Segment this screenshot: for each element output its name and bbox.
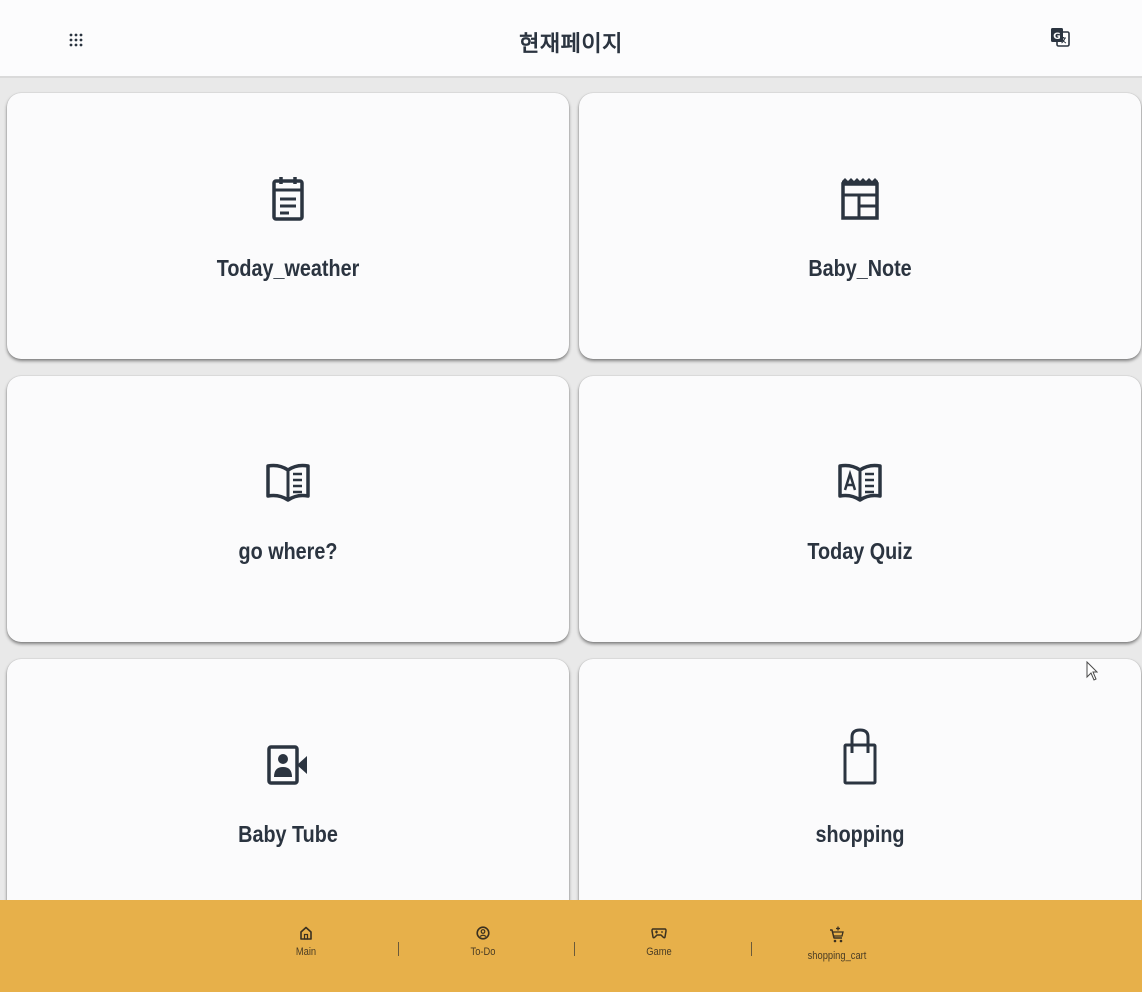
translate-button[interactable]: G	[1049, 26, 1071, 50]
gamepad-icon	[651, 928, 667, 939]
card-label: shopping	[815, 821, 905, 847]
card-today-quiz[interactable]: Today Quiz	[579, 376, 1141, 642]
card-today-weather[interactable]: Today_weather	[7, 93, 569, 359]
note-calendar-icon	[272, 177, 304, 221]
nav-divider	[398, 942, 399, 956]
quiz-book-icon	[838, 463, 882, 502]
card-label: Today_weather	[216, 255, 360, 281]
nav-item-game[interactable]: Game	[609, 926, 709, 958]
nav-divider	[751, 942, 752, 956]
nav-divider	[574, 942, 575, 956]
card-baby-tube[interactable]: Baby Tube	[7, 659, 569, 925]
nav-item-main[interactable]: Main	[256, 926, 356, 958]
nav-label: To-Do	[470, 946, 496, 958]
nav-label: Main	[295, 946, 317, 958]
video-contact-icon	[267, 745, 307, 785]
card-label: Baby_Note	[808, 255, 912, 281]
home-icon	[300, 926, 312, 940]
page-title: 현재페이지	[519, 32, 623, 57]
svg-text:G: G	[1053, 32, 1060, 42]
card-label: Today Quiz	[807, 538, 913, 564]
card-label: go where?	[238, 538, 338, 564]
open-book-icon	[266, 463, 310, 502]
card-label: Baby Tube	[238, 821, 338, 847]
card-baby-note[interactable]: Baby_Note	[579, 93, 1141, 359]
top-app-bar: 현재페이지 G	[0, 0, 1142, 78]
google-translate-icon: G	[1051, 28, 1070, 47]
nav-label: Game	[646, 946, 672, 958]
nav-label: shopping_cart	[807, 950, 867, 962]
card-shopping[interactable]: shopping	[579, 659, 1141, 925]
nav-item-shopping-cart[interactable]: shopping_cart	[787, 926, 887, 962]
add-cart-icon	[830, 926, 844, 943]
table-layout-icon	[841, 178, 879, 220]
bottom-navigation-bar: Main To-Do Game shopping_cart	[0, 900, 1142, 992]
shopping-bag-icon	[843, 728, 877, 785]
nav-item-todo[interactable]: To-Do	[433, 926, 533, 958]
mouse-cursor-icon	[1086, 661, 1098, 681]
card-go-where[interactable]: go where?	[7, 376, 569, 642]
face-circle-icon	[476, 926, 490, 940]
